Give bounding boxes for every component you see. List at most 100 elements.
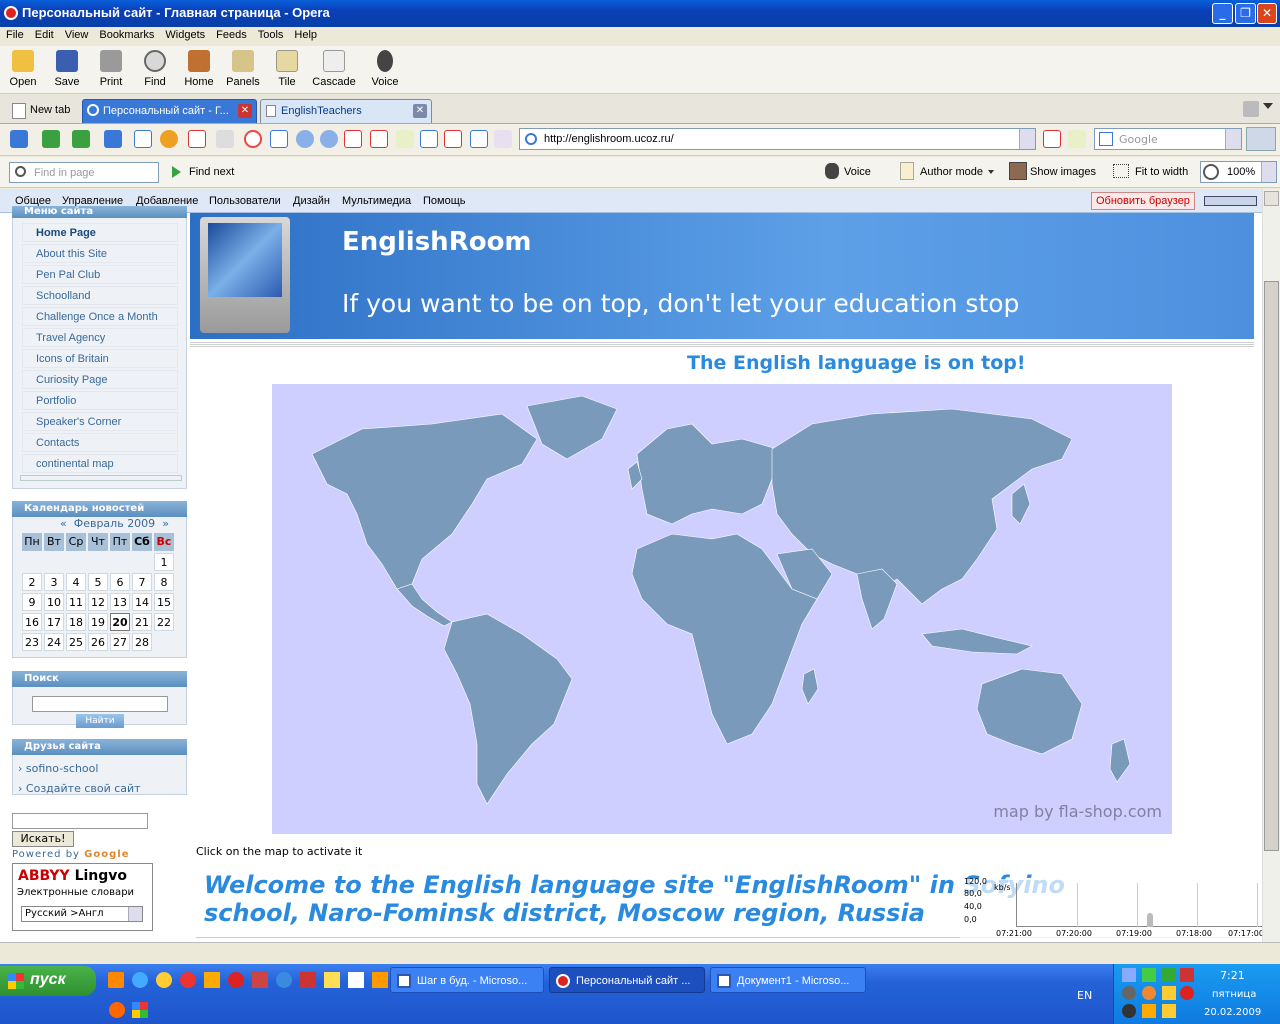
voice-button[interactable]: Voice [368,50,402,88]
menu-edit[interactable]: Edit [29,27,59,41]
quick-launch-icon[interactable] [324,972,340,988]
calendar-day[interactable]: 15 [154,593,174,611]
gmail-icon[interactable] [188,130,206,148]
title-bar[interactable]: Персональный сайт - Главная страница - O… [0,0,1280,27]
tray-icon[interactable] [1162,1004,1176,1018]
site-menu-item[interactable]: continental map [22,454,178,473]
menu-help[interactable]: Help [288,27,322,41]
opera-bookmark-icon[interactable] [296,130,314,148]
quick-launch-icon[interactable] [204,972,220,988]
quick-launch-icon[interactable] [156,972,172,988]
site-menu-item[interactable]: Home Page [22,223,178,242]
tab-menu-arrow-icon[interactable] [1263,103,1273,113]
menu-tools[interactable]: Tools [252,27,289,41]
chevron-down-icon[interactable] [128,907,142,921]
calendar-day[interactable]: 26 [88,633,108,651]
calendar-day[interactable]: 21 [132,613,152,631]
menu-feeds[interactable]: Feeds [210,27,252,41]
panels-button[interactable]: Panels [224,50,262,88]
quick-launch-icon[interactable] [300,972,316,988]
friend-link-sofino[interactable]: › sofino-school [18,762,98,775]
open-button[interactable]: Open [8,50,38,88]
site-menu-item[interactable]: Challenge Once a Month [22,307,178,326]
calendar-day[interactable]: 6 [110,573,130,591]
quick-launch-icon[interactable] [228,972,244,988]
calendar-day[interactable]: 23 [22,633,42,651]
taskbar-item-word-2[interactable]: Документ1 - Microso... [710,967,866,993]
trash-icon[interactable] [1243,101,1259,117]
forward-arrow-icon[interactable] [72,130,90,148]
feed-icon[interactable] [1068,130,1086,148]
show-images-button[interactable]: Show images [1030,166,1096,178]
site-search-button[interactable]: Найти [76,714,124,728]
google-search-input[interactable] [12,813,148,829]
search-field[interactable]: Google [1094,128,1242,150]
tab-personal-site[interactable]: Персональный сайт - Г... ✕ [82,99,257,123]
quick-launch-icon[interactable] [372,972,388,988]
calendar-day[interactable]: 2 [22,573,42,591]
calendar-day[interactable]: 10 [44,593,64,611]
site-menu-item[interactable]: About this Site [22,244,178,263]
admin-menu-help[interactable]: Помощь [423,195,466,207]
calendar-day[interactable]: 9 [22,593,42,611]
site-menu-item[interactable]: Pen Pal Club [22,265,178,284]
calendar-day[interactable]: 13 [110,593,130,611]
find-next-button[interactable]: Find next [189,166,234,178]
site-search-input[interactable] [32,696,168,712]
search-dropdown-icon[interactable] [1225,129,1241,149]
taskbar-item-opera[interactable]: Персональный сайт ... [549,967,705,993]
calendar-day[interactable]: 24 [44,633,64,651]
close-tab-icon[interactable]: ✕ [413,104,427,118]
find-button[interactable]: Find [140,50,170,88]
menu-scroll-handle[interactable] [20,475,182,481]
find-in-page-input[interactable]: Find in page [9,162,159,183]
calendar-day[interactable]: 25 [66,633,86,651]
scroll-up-arrow-icon[interactable] [1264,191,1279,206]
menu-view[interactable]: View [59,27,94,41]
quick-launch-icon[interactable] [108,972,124,988]
google-bookmark-icon[interactable] [134,130,152,148]
site-menu-item[interactable]: Speaker's Corner [22,412,178,431]
tray-icon[interactable] [1162,986,1176,1000]
back-arrow-icon[interactable] [42,130,60,148]
calendar-day[interactable]: 27 [110,633,130,651]
gmail-icon[interactable] [444,130,462,148]
print-button[interactable]: Print [96,50,126,88]
tray-icon[interactable] [1142,986,1156,1000]
scroll-thumb[interactable] [1264,281,1279,851]
calendar-day[interactable]: 19 [88,613,108,631]
home-button[interactable]: Home [182,50,216,88]
calendar-day[interactable]: 12 [88,593,108,611]
menu-file[interactable]: File [0,27,29,41]
quick-launch-icon[interactable] [348,972,364,988]
calendar-day[interactable]: 16 [22,613,42,631]
fit-to-width-button[interactable]: Fit to width [1135,166,1188,178]
google-g-icon[interactable] [244,130,262,148]
gmail-icon[interactable] [1043,130,1061,148]
calendar-day[interactable]: 1 [154,553,174,571]
address-dropdown-icon[interactable] [1019,129,1035,149]
calendar-day[interactable]: 14 [132,593,152,611]
calendar-day[interactable]: 17 [44,613,64,631]
quick-launch-icon[interactable] [132,972,148,988]
menu-widgets[interactable]: Widgets [159,27,210,41]
close-button[interactable]: ✕ [1257,3,1277,24]
quick-launch-icon[interactable] [132,1002,148,1018]
save-button[interactable]: Save [52,50,82,88]
calendar-day[interactable]: 4 [66,573,86,591]
site-menu-item[interactable]: Icons of Britain [22,349,178,368]
opera-bookmark-icon[interactable] [320,130,338,148]
binoculars-icon[interactable] [1246,127,1276,151]
google-search-button[interactable]: Искать! [12,831,74,847]
cascade-button[interactable]: Cascade [310,50,358,88]
admin-menu-users[interactable]: Пользователи [209,195,281,207]
tray-icon[interactable] [1180,986,1194,1000]
calendar-day[interactable]: 7 [132,573,152,591]
zoom-dropdown-icon[interactable] [1261,162,1276,182]
world-map-svg[interactable]: map by fla-shop.com [272,384,1172,834]
calendar-day[interactable]: 8 [154,573,174,591]
new-tab-button[interactable]: New tab [4,99,78,123]
tray-icon[interactable] [1162,968,1176,982]
gmail-icon[interactable] [344,130,362,148]
site-menu-item[interactable]: Travel Agency [22,328,178,347]
